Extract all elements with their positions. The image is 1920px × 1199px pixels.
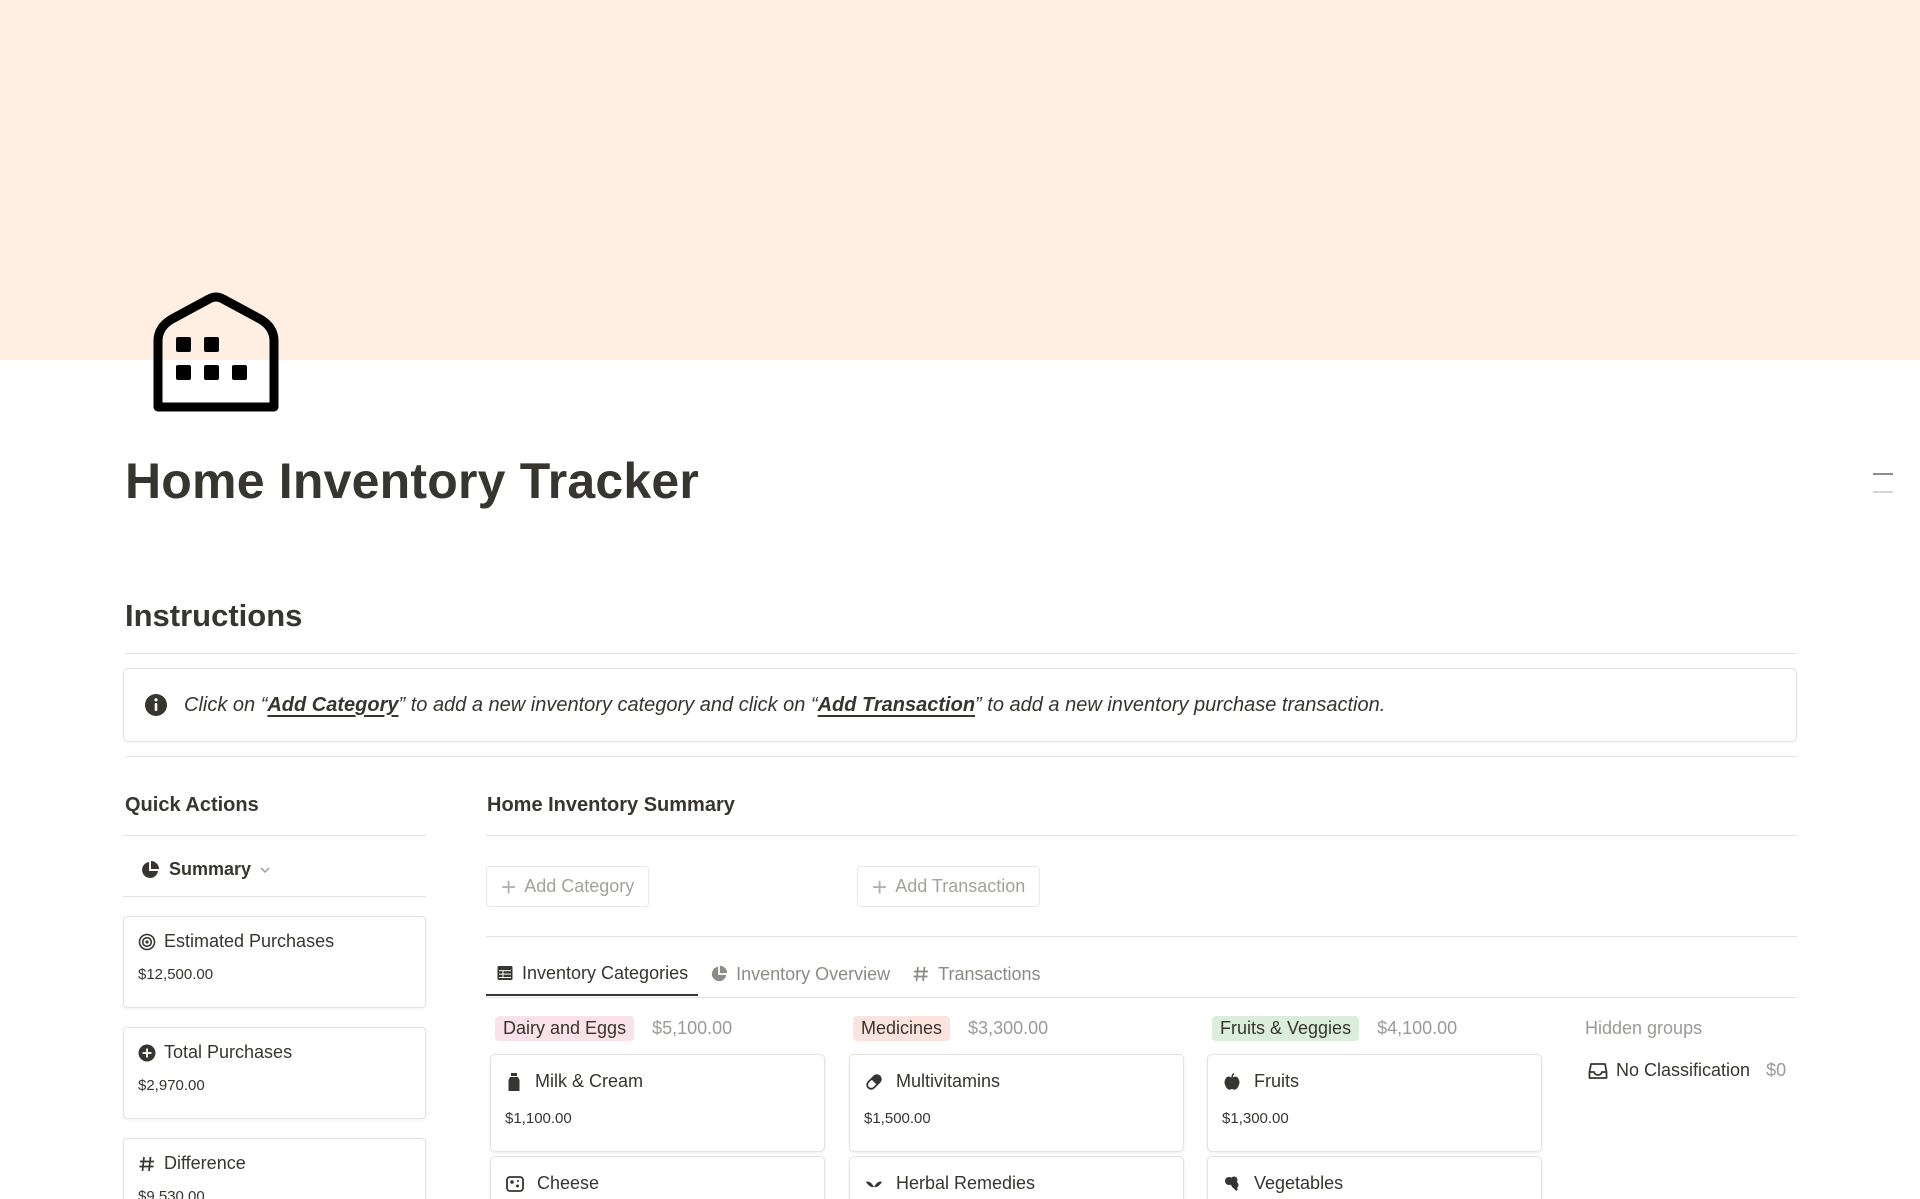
stat-label: Total Purchases <box>164 1042 293 1062</box>
inbox-icon <box>1588 1062 1608 1079</box>
card-title: Fruits <box>1254 1071 1299 1091</box>
board-group-header[interactable]: Fruits & Veggies $4,100.00 <box>1212 1016 1457 1041</box>
tab-inventory-overview[interactable]: Inventory Overview <box>700 952 900 996</box>
add-transaction-link[interactable]: Add Transaction <box>818 694 975 716</box>
group-tag: Fruits & Veggies <box>1212 1016 1360 1041</box>
summary-view-selector[interactable]: Summary <box>140 859 280 880</box>
milk-bottle-icon <box>508 1072 520 1091</box>
view-tabs: Inventory Categories Inventory Overview … <box>486 952 1053 998</box>
cheese-icon <box>506 1175 524 1192</box>
quick-actions-heading: Quick Actions <box>125 794 259 816</box>
stat-label: Estimated Purchases <box>164 931 335 951</box>
board-card[interactable]: Vegetables <box>1207 1156 1542 1199</box>
broccoli-icon <box>1225 1176 1239 1191</box>
pie-chart-icon <box>142 860 159 878</box>
board-group-header[interactable]: Dairy and Eggs $5,100.00 <box>495 1016 732 1041</box>
callout-text-part: ” to add a new inventory category and cl… <box>398 693 818 716</box>
callout-text-part: ” to add a new inventory purchase transa… <box>975 693 1386 716</box>
tab-transactions[interactable]: Transactions <box>902 952 1050 996</box>
group-total: $3,300.00 <box>968 1018 1049 1038</box>
apple-icon <box>1224 1072 1240 1090</box>
group-total: $4,100.00 <box>1377 1018 1458 1038</box>
plus-icon: + <box>501 871 517 902</box>
add-category-label: Add Category <box>524 876 635 896</box>
stat-card-total-purchases[interactable]: Total Purchases $2,970.00 <box>123 1027 426 1119</box>
hash-icon <box>139 1156 154 1171</box>
card-amount: $1,500.00 <box>864 1110 931 1127</box>
add-transaction-button[interactable]: + Add Transaction <box>857 866 1041 907</box>
warehouse-icon[interactable] <box>148 281 284 417</box>
hidden-group-label: No Classification <box>1616 1060 1751 1080</box>
callout-text-part: Click on “ <box>184 693 268 716</box>
group-total: $5,100.00 <box>652 1018 733 1038</box>
tab-inventory-categories[interactable]: Inventory Categories <box>486 952 699 996</box>
board-card[interactable]: Cheese <box>490 1156 825 1199</box>
info-icon <box>145 694 167 716</box>
summary-heading: Home Inventory Summary <box>487 794 735 816</box>
group-tag: Medicines <box>853 1016 951 1041</box>
group-tag: Dairy and Eggs <box>495 1016 635 1041</box>
stat-card-difference[interactable]: Difference $9,530.00 <box>123 1138 426 1199</box>
add-category-link[interactable]: Add Category <box>267 694 398 716</box>
tab-label: Inventory Overview <box>736 963 891 984</box>
stat-value: $12,500.00 <box>138 966 214 983</box>
divider <box>486 997 1797 998</box>
pill-icon <box>866 1073 882 1090</box>
divider <box>125 756 1797 757</box>
tab-label: Inventory Categories <box>522 962 689 983</box>
card-title: Vegetables <box>1254 1173 1344 1193</box>
divider <box>486 936 1797 937</box>
hash-icon <box>913 966 929 982</box>
tab-label: Transactions <box>938 963 1041 984</box>
page-cover <box>0 0 1920 360</box>
board-card[interactable]: Fruits $1,300.00 <box>1207 1054 1542 1152</box>
stat-value: $2,970.00 <box>138 1077 205 1094</box>
divider <box>486 835 1797 836</box>
board-card[interactable]: Herbal Remedies <box>849 1156 1184 1199</box>
divider <box>125 653 1797 654</box>
instructions-heading: Instructions <box>125 598 303 633</box>
page-title: Home Inventory Tracker <box>125 453 700 509</box>
hidden-groups-label: Hidden groups <box>1585 1018 1703 1038</box>
stat-card-estimated-purchases[interactable]: Estimated Purchases $12,500.00 <box>123 916 426 1008</box>
pie-chart-icon <box>711 965 728 982</box>
divider <box>123 896 426 897</box>
board-group-header[interactable]: Medicines $3,300.00 <box>853 1016 1048 1041</box>
summary-view-label: Summary <box>169 859 252 879</box>
card-title: Milk & Cream <box>535 1071 644 1091</box>
divider <box>123 835 426 836</box>
stat-value: $9,530.00 <box>138 1188 205 1199</box>
callout-text: Click on “Add Category” to add a new inv… <box>184 694 1385 717</box>
card-amount: $1,300.00 <box>1222 1110 1289 1127</box>
board-card[interactable]: Milk & Cream $1,100.00 <box>490 1054 825 1152</box>
card-amount: $1,100.00 <box>505 1110 572 1127</box>
table-of-contents-toggle[interactable] <box>1873 473 1893 509</box>
add-category-button[interactable]: + Add Category <box>486 866 650 907</box>
instructions-callout: Click on “Add Category” to add a new inv… <box>123 668 1797 742</box>
chevron-down-icon <box>260 866 270 873</box>
stat-label: Difference <box>164 1153 246 1173</box>
card-title: Herbal Remedies <box>896 1173 1036 1193</box>
add-transaction-label: Add Transaction <box>895 876 1026 896</box>
plus-circle-icon <box>138 1044 156 1061</box>
leaf-icon <box>866 1181 882 1187</box>
card-title: Multivitamins <box>896 1071 1001 1091</box>
card-title: Cheese <box>537 1173 600 1193</box>
hidden-group-no-classification[interactable]: No Classification $0 <box>1588 1060 1786 1081</box>
target-icon <box>138 933 156 950</box>
hidden-group-amount: $0 <box>1766 1060 1787 1080</box>
table-icon <box>497 966 513 980</box>
plus-icon: + <box>872 871 888 902</box>
board-card[interactable]: Multivitamins $1,500.00 <box>849 1054 1184 1152</box>
